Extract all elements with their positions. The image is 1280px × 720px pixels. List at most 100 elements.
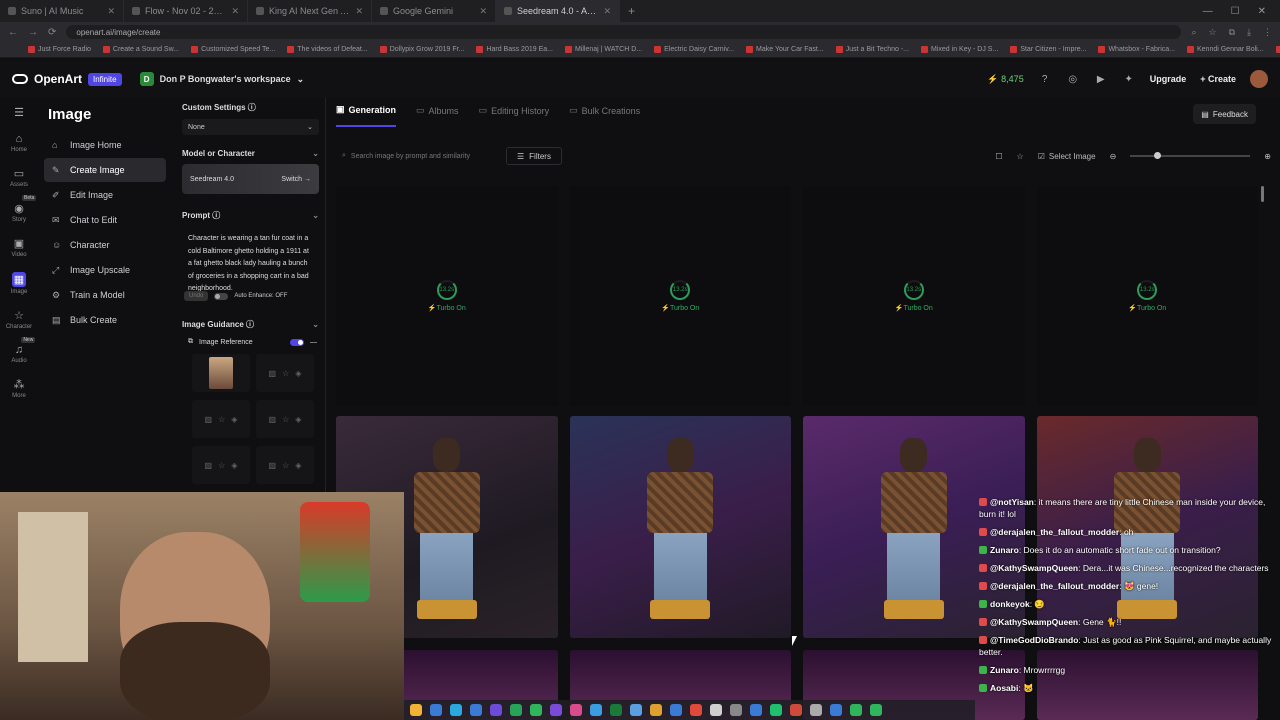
- tab-editing-history[interactable]: ▭ Editing History: [479, 104, 550, 127]
- upgrade-button[interactable]: Upgrade: [1150, 74, 1187, 84]
- prompt-input[interactable]: Character is wearing a tan fur coat in a…: [182, 227, 319, 292]
- undo-button[interactable]: Undo: [184, 291, 209, 301]
- youtube-icon[interactable]: ▶: [1094, 72, 1108, 86]
- taskbar-app-icon[interactable]: [630, 704, 642, 716]
- square-view-icon[interactable]: ☐: [995, 152, 1002, 161]
- taskbar-app-icon[interactable]: [810, 704, 822, 716]
- forward-icon[interactable]: →: [28, 27, 38, 38]
- taskbar-app-icon[interactable]: [870, 704, 882, 716]
- favorite-icon[interactable]: ☆: [1017, 152, 1024, 161]
- close-icon[interactable]: ✕: [479, 6, 487, 17]
- taskbar-app-icon[interactable]: [590, 704, 602, 716]
- nav-bulk-create[interactable]: ▤ Bulk Create: [44, 308, 166, 332]
- close-icon[interactable]: ✕: [603, 6, 611, 17]
- nav-edit-image[interactable]: ✐ Edit Image: [44, 183, 166, 207]
- generated-image[interactable]: [569, 416, 791, 638]
- prompt-header[interactable]: Prompt ⓘ ⌄: [176, 206, 325, 225]
- close-icon[interactable]: ✕: [355, 6, 363, 17]
- minimize-icon[interactable]: —: [1203, 6, 1213, 17]
- taskbar-app-icon[interactable]: [830, 704, 842, 716]
- taskbar-app-icon[interactable]: [570, 704, 582, 716]
- new-tab-icon[interactable]: +: [620, 4, 643, 18]
- tab-albums[interactable]: ▭ Albums: [416, 104, 459, 127]
- bookmark-item[interactable]: The videos of Defeat...: [287, 46, 368, 53]
- openart-logo[interactable]: OpenArt: [12, 72, 82, 86]
- reference-slot[interactable]: ▨ ☆ ◈: [256, 354, 314, 392]
- download-icon[interactable]: ⤓: [1247, 27, 1251, 38]
- reference-slot[interactable]: [192, 354, 250, 392]
- bookmark-item[interactable]: Just Force Radio: [28, 46, 91, 53]
- model-header[interactable]: Model or Character ⌄: [176, 145, 325, 162]
- nav-character[interactable]: ☺ Character: [44, 233, 166, 257]
- workspace-selector[interactable]: D Don P Bongwater's workspace ⌄: [139, 72, 304, 86]
- zoom-slider-knob[interactable]: [1154, 152, 1162, 159]
- nav-chat-to-edit[interactable]: ✉ Chat to Edit: [44, 208, 166, 232]
- taskbar-app-icon[interactable]: [470, 704, 482, 716]
- credits-counter[interactable]: ⚡ 8,475: [987, 74, 1024, 85]
- bookmark-item[interactable]: Customized Speed Te...: [191, 46, 275, 53]
- menu-icon[interactable]: ⋮: [1263, 27, 1272, 38]
- reference-slot[interactable]: ▨ ☆ ◈: [192, 400, 250, 438]
- rail-video[interactable]: ▣ Video: [11, 237, 26, 258]
- taskbar-app-icon[interactable]: [670, 704, 682, 716]
- browser-tab-gemini[interactable]: Google Gemini ✕: [372, 0, 496, 22]
- nav-create-image[interactable]: ✎ Create Image: [44, 158, 166, 182]
- user-avatar[interactable]: [1250, 70, 1268, 88]
- filters-button[interactable]: ☰ Filters: [506, 147, 562, 165]
- close-icon[interactable]: ✕: [107, 6, 115, 17]
- rail-image[interactable]: ▦ Image: [11, 272, 27, 295]
- zoom-in-icon[interactable]: ⊕: [1264, 152, 1271, 161]
- collapse-icon[interactable]: —: [310, 339, 317, 346]
- taskbar-app-icon[interactable]: [450, 704, 462, 716]
- model-card[interactable]: Seedream 4.0 Switch →: [182, 164, 319, 194]
- bookmark-item[interactable]: Dollypix Grow 2019 Fr...: [379, 46, 464, 53]
- bookmark-item[interactable]: Make Your Car Fast...: [746, 46, 824, 53]
- tab-bulk-creations[interactable]: ▭ Bulk Creations: [569, 104, 640, 127]
- custom-settings-select[interactable]: None ⌄: [182, 119, 319, 135]
- url-field[interactable]: openart.ai/image/create: [66, 25, 1182, 39]
- rail-assets[interactable]: ▭ Assets: [10, 167, 28, 188]
- zoom-icon[interactable]: ⌕: [1191, 27, 1196, 38]
- reference-slot[interactable]: ▨ ☆ ◈: [192, 446, 250, 484]
- image-reference-toggle[interactable]: [290, 338, 304, 346]
- custom-settings-header[interactable]: Custom Settings ⓘ: [176, 98, 325, 117]
- taskbar-app-icon[interactable]: [790, 704, 802, 716]
- bookmark-item[interactable]: Electric Daisy Carniv...: [654, 46, 734, 53]
- taskbar-app-icon[interactable]: [710, 704, 722, 716]
- rail-story[interactable]: Beta ◉ Story: [12, 195, 37, 223]
- rail-audio[interactable]: New ♫ Audio: [11, 337, 36, 364]
- taskbar-app-icon[interactable]: [510, 704, 522, 716]
- auto-enhance-toggle[interactable]: [214, 292, 229, 300]
- zoom-out-icon[interactable]: ⊖: [1110, 152, 1117, 161]
- search-input[interactable]: ⌕ Search image by prompt and similarity: [336, 147, 496, 165]
- rail-more[interactable]: ⁂ More: [12, 378, 26, 399]
- taskbar-app-icon[interactable]: [530, 704, 542, 716]
- nav-train-model[interactable]: ⚙ Train a Model: [44, 283, 166, 307]
- select-image-button[interactable]: ☑ Select Image: [1038, 152, 1096, 161]
- bookmark-item[interactable]: Create a Sound Sw...: [102, 46, 179, 53]
- taskbar-app-icon[interactable]: [410, 704, 422, 716]
- reload-icon[interactable]: ⟳: [48, 27, 56, 38]
- gift-icon[interactable]: ✦: [1122, 72, 1136, 86]
- rail-character[interactable]: ☆ Character: [6, 309, 32, 330]
- close-window-icon[interactable]: ✕: [1258, 6, 1266, 17]
- feedback-button[interactable]: ▤ Feedback: [1193, 104, 1256, 124]
- image-guidance-header[interactable]: Image Guidance ⓘ ⌄: [176, 315, 325, 334]
- taskbar-app-icon[interactable]: [750, 704, 762, 716]
- taskbar-app-icon[interactable]: [430, 704, 442, 716]
- reference-slot[interactable]: ▨ ☆ ◈: [256, 446, 314, 484]
- maximize-icon[interactable]: ☐: [1231, 6, 1240, 17]
- nav-image-upscale[interactable]: ⤢ Image Upscale: [44, 258, 166, 282]
- tab-generation[interactable]: ▣ Generation: [336, 104, 397, 127]
- browser-tab-king[interactable]: King AI Next Gen AI Video & ...✕: [248, 0, 372, 22]
- taskbar-app-icon[interactable]: [850, 704, 862, 716]
- browser-tab-seedream[interactable]: Seedream 4.0 - AI Image Gene...✕: [496, 0, 620, 22]
- discord-icon[interactable]: ◎: [1066, 72, 1080, 86]
- auto-enhance-label[interactable]: Auto Enhance: OFF: [234, 293, 287, 299]
- reference-slot[interactable]: ▨ ☆ ◈: [256, 400, 314, 438]
- taskbar-app-icon[interactable]: [730, 704, 742, 716]
- star-icon[interactable]: ☆: [1209, 27, 1217, 38]
- taskbar-app-icon[interactable]: [770, 704, 782, 716]
- help-icon[interactable]: ?: [1038, 72, 1052, 86]
- close-icon[interactable]: ✕: [231, 6, 239, 17]
